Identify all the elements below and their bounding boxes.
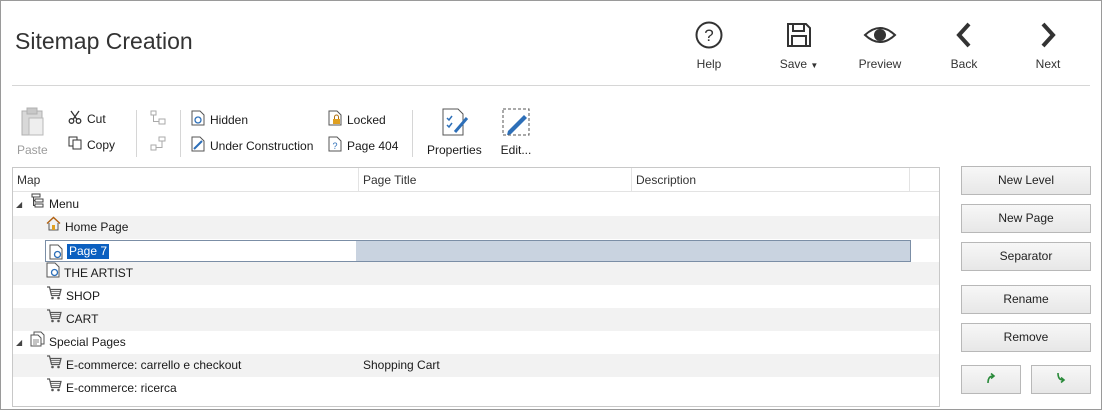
outdent-button[interactable] (150, 136, 166, 155)
cart-icon (46, 285, 62, 308)
home-icon (46, 216, 61, 239)
hidden-button[interactable]: Hidden (191, 110, 248, 129)
menu-level-icon (30, 193, 45, 216)
tree-node-special-pages[interactable]: ◢ Special Pages (13, 331, 939, 354)
arrow-up-icon (985, 372, 997, 387)
chevron-left-icon (934, 18, 994, 52)
hidden-label: Hidden (210, 112, 249, 127)
under-construction-button[interactable]: Under Construction (191, 136, 313, 155)
svg-text:?: ? (704, 26, 713, 45)
header-divider (12, 85, 1090, 86)
clipboard-icon (17, 106, 48, 141)
outdent-icon (150, 136, 166, 155)
svg-text:?: ? (332, 141, 337, 151)
copy-label: Copy (87, 137, 116, 152)
edit-label: Edit... (500, 143, 532, 157)
rename-button[interactable]: Rename (961, 285, 1091, 314)
toolbar-separator (180, 110, 181, 157)
page-404-button[interactable]: ? Page 404 (328, 136, 398, 155)
cart-icon (46, 354, 62, 377)
locked-label: Locked (347, 112, 386, 127)
properties-icon (427, 106, 482, 141)
node-label: Home Page (65, 220, 129, 234)
edit-icon (500, 106, 532, 141)
lock-page-icon (328, 110, 342, 129)
tree-node-the-artist[interactable]: THE ARTIST (13, 262, 939, 285)
copy-icon (68, 136, 82, 153)
node-label: E-commerce: carrello e checkout (66, 358, 242, 372)
page-icon (46, 262, 60, 286)
tree-node-shop[interactable]: SHOP (13, 285, 939, 308)
node-label: E-commerce: ricerca (66, 381, 177, 395)
page-404-icon: ? (328, 136, 342, 155)
help-icon: ? (679, 18, 739, 52)
remove-button[interactable]: Remove (961, 323, 1091, 352)
help-label: Help (696, 57, 722, 71)
eye-icon (850, 18, 910, 52)
new-level-button[interactable]: New Level (961, 166, 1091, 195)
page-title-cell: Shopping Cart (363, 358, 440, 372)
cart-icon (46, 308, 62, 331)
column-header-description[interactable]: Description (632, 168, 910, 192)
next-label: Next (1035, 57, 1061, 71)
page-title: Sitemap Creation (15, 28, 193, 54)
indent-button[interactable] (150, 110, 166, 129)
preview-label: Preview (858, 57, 902, 71)
expand-triangle-icon[interactable]: ◢ (16, 331, 26, 354)
scissors-icon (68, 110, 82, 127)
back-button[interactable]: Back (934, 18, 994, 76)
dropdown-arrow-icon: ▼ (810, 61, 819, 70)
move-up-button[interactable] (961, 365, 1021, 394)
page-404-label: Page 404 (347, 138, 399, 153)
save-button[interactable]: Save ▼ (769, 18, 829, 76)
next-button[interactable]: Next (1018, 18, 1078, 76)
paste-button[interactable]: Paste (17, 106, 48, 157)
new-page-button[interactable]: New Page (961, 204, 1091, 233)
tree-node-menu[interactable]: ◢ Menu (13, 193, 939, 216)
cut-button[interactable]: Cut (68, 110, 106, 127)
node-label: Menu (49, 197, 80, 211)
separator-button[interactable]: Separator (961, 242, 1091, 271)
arrow-down-icon (1055, 372, 1067, 387)
copy-button[interactable]: Copy (68, 136, 115, 153)
preview-button[interactable]: Preview (850, 18, 910, 76)
sitemap-tree-grid[interactable]: Map Page Title Description ◢ Menu Home P… (12, 167, 940, 407)
grid-header: Map Page Title Description (13, 168, 939, 192)
save-label: Save (779, 57, 808, 71)
column-header-page-title[interactable]: Page Title (359, 168, 632, 192)
column-header-map[interactable]: Map (13, 168, 359, 192)
under-construction-label: Under Construction (210, 138, 314, 153)
toolbar-separator (136, 110, 137, 157)
move-down-button[interactable] (1031, 365, 1091, 394)
expand-triangle-icon[interactable]: ◢ (16, 193, 26, 216)
node-label: SHOP (66, 289, 101, 303)
tree-node-page-7[interactable]: Page 7 (45, 240, 911, 262)
cut-label: Cut (87, 111, 106, 126)
toolbar-separator (412, 110, 413, 157)
special-pages-icon (30, 331, 45, 355)
node-label: Special Pages (49, 335, 126, 349)
back-label: Back (950, 57, 978, 71)
save-icon (769, 18, 829, 52)
indent-icon (150, 110, 166, 129)
chevron-right-icon (1018, 18, 1078, 52)
tree-node-home-page[interactable]: Home Page (13, 216, 939, 239)
tree-node-cart[interactable]: CART (13, 308, 939, 331)
rename-input[interactable]: Page 7 (67, 244, 110, 259)
properties-button[interactable]: Properties (427, 106, 482, 157)
help-button[interactable]: ? Help (679, 18, 739, 76)
node-label: CART (66, 312, 99, 326)
locked-button[interactable]: Locked (328, 110, 386, 129)
edit-button[interactable]: Edit... (500, 106, 532, 157)
page-icon (49, 244, 63, 263)
cart-icon (46, 377, 62, 400)
tree-node-ecommerce-checkout[interactable]: E-commerce: carrello e checkout Shopping… (13, 354, 939, 377)
node-label: THE ARTIST (64, 266, 134, 280)
hidden-page-icon (191, 110, 205, 129)
construction-icon (191, 136, 205, 155)
tree-node-ecommerce-search[interactable]: E-commerce: ricerca (13, 377, 939, 400)
properties-label: Properties (427, 143, 482, 157)
paste-label: Paste (17, 143, 48, 157)
